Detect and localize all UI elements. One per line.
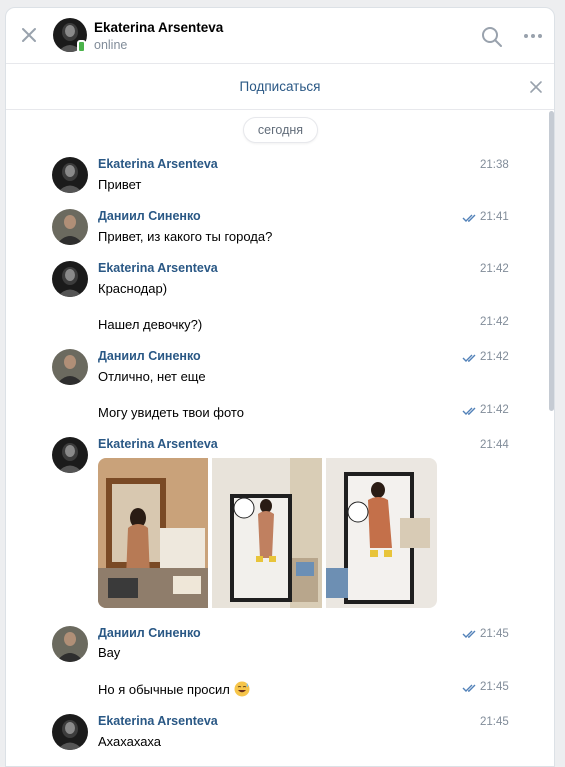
subscribe-button[interactable]: Подписаться [6,79,554,94]
read-check-icon [462,214,476,222]
message-sender[interactable]: Ekaterina Arsenteva [98,157,218,171]
message-sender[interactable]: Даниил Синенко [98,626,201,640]
avatar[interactable] [52,261,88,297]
close-icon[interactable] [529,80,543,94]
sweat-smile-emoji-icon [234,681,250,697]
avatar[interactable] [52,157,88,193]
message-time: 21:38 [480,159,509,171]
scrollbar[interactable] [549,111,554,411]
read-check-icon [462,684,476,692]
message-time: 21:45 [480,681,509,693]
message-sender[interactable]: Ekaterina Arsenteva [98,437,218,451]
message-text: Отлично, нет еще [98,369,206,384]
message-sender[interactable]: Ekaterina Arsenteva [98,261,218,275]
message-sender[interactable]: Даниил Синенко [98,209,201,223]
search-icon[interactable] [481,26,503,48]
message-time: 21:42 [480,351,509,363]
message-text: Ахахахаха [98,734,162,749]
photo-thumbnail[interactable] [98,458,208,608]
subscribe-bar: Подписаться [6,64,554,110]
more-icon[interactable] [522,28,544,44]
message-time: 21:44 [480,439,509,451]
message-text: Но я обычные просил [98,681,250,697]
message-time: 21:45 [480,716,509,728]
message-sender[interactable]: Даниил Синенко [98,349,201,363]
message-time: 21:41 [480,211,509,223]
avatar[interactable] [52,714,88,750]
contact-status: online [94,38,128,52]
chat-header: Ekaterina Arsenteva online [6,8,554,64]
read-check-icon [462,354,476,362]
avatar[interactable] [52,437,88,473]
message-time: 21:42 [480,404,509,416]
avatar[interactable] [52,626,88,662]
close-icon[interactable] [20,26,38,44]
message-time: 21:42 [480,316,509,328]
message-time: 21:45 [480,628,509,640]
message-text: Привет, из какого ты города? [98,229,273,244]
message-text: Вау [98,645,121,660]
read-check-icon [462,407,476,415]
message-text: Привет [98,177,142,192]
photo-attachments [98,458,437,608]
read-check-icon [462,630,476,638]
message-text-content: Но я обычные просил [98,682,230,697]
chat-window: Ekaterina Arsenteva online Подписаться с… [5,7,555,767]
message-text: Нашел девочку?) [98,317,203,332]
avatar[interactable] [52,349,88,385]
date-separator: сегодня [243,117,318,143]
message-text: Могу увидеть твои фото [98,405,244,420]
photo-thumbnail[interactable] [326,458,437,608]
photo-thumbnail[interactable] [212,458,322,608]
message-time: 21:42 [480,263,509,275]
online-indicator [77,40,86,53]
message-text: Краснодар) [98,281,168,296]
avatar[interactable] [52,209,88,245]
message-sender[interactable]: Ekaterina Arsenteva [98,714,218,728]
contact-name[interactable]: Ekaterina Arsenteva [94,20,223,35]
